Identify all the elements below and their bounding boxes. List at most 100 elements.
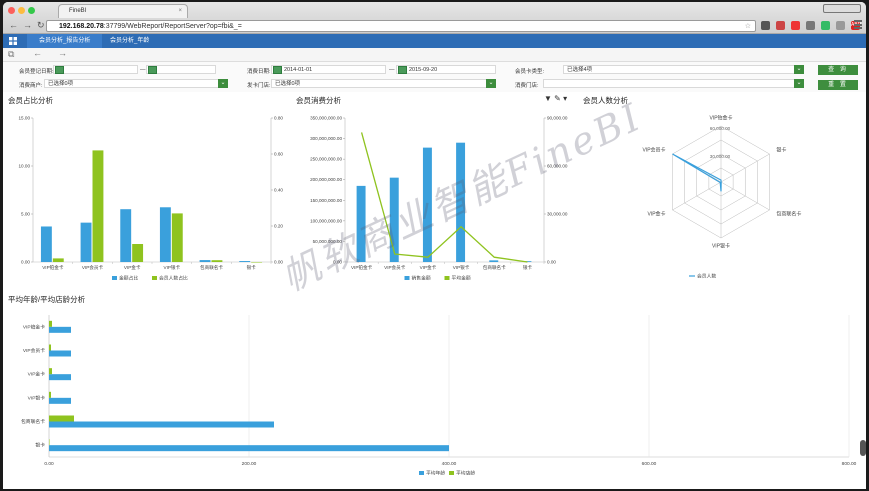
radar-axis-label: 包商联名卡 xyxy=(776,211,801,218)
reg-date-to-field[interactable] xyxy=(146,65,216,74)
redo-icon[interactable]: → xyxy=(58,48,67,58)
zoom-window-icon[interactable] xyxy=(28,7,35,14)
consume-date-sep: — xyxy=(389,67,395,73)
extension-icons: ABP xyxy=(761,21,866,31)
more-icon[interactable]: ▾ xyxy=(563,94,567,103)
age-chart-title: 平均年龄/平均店龄分析 xyxy=(8,295,86,304)
x-tick-label: 包商联名卡 xyxy=(200,264,223,271)
chevron-down-icon[interactable]: ⌄ xyxy=(794,79,804,88)
minimize-window-icon[interactable] xyxy=(18,7,25,14)
address-bar[interactable]: 192.168.20.78:37799/WebReport/ReportServ… xyxy=(46,20,756,32)
consume-date-to-field[interactable]: 2015-09-20 xyxy=(396,65,496,74)
age-chart: 0.00 200.00 400.00 600.00 800.00 VIP铂金卡 VIP会员卡… xyxy=(21,315,857,477)
legend-swatch xyxy=(419,471,424,475)
merchant-select[interactable]: 已选择0项 ⌄ xyxy=(44,79,228,88)
back-icon[interactable]: ← xyxy=(9,20,23,30)
issue-store-select[interactable]: 已选择0项 ⌄ xyxy=(271,79,496,88)
extension-gmail-icon[interactable] xyxy=(791,21,800,30)
x-tick-label: VIP铂金卡 xyxy=(351,264,373,271)
bar xyxy=(120,209,132,262)
y-tick-label: 100,000,000.00 xyxy=(310,218,342,223)
extension-camera-icon[interactable] xyxy=(806,21,815,30)
legend-swatch xyxy=(444,276,450,280)
y-tick-label: 0.00 xyxy=(333,260,342,265)
filter-panel: 会员登记日期: — 消费日期: 2014-01-01 — 2015-09-20 … xyxy=(3,62,866,92)
tab-close-icon[interactable]: × xyxy=(178,5,182,18)
app-tab-age[interactable]: 会员分析_年龄 xyxy=(98,34,161,48)
scrollbar-thumb[interactable] xyxy=(860,440,866,456)
consume-date-from-field[interactable]: 2014-01-01 xyxy=(271,65,386,74)
extension-mail-icon[interactable] xyxy=(776,21,785,30)
chevron-down-icon[interactable]: ⌄ xyxy=(794,65,804,74)
y2-tick-label: 60,000.00 xyxy=(547,164,568,169)
x-tick-label: 0.00 xyxy=(44,461,54,467)
undo-icon[interactable]: ← xyxy=(33,48,42,58)
x-tick-label: 包商联名卡 xyxy=(483,264,506,271)
count-chart-title: 会员人数分析 xyxy=(583,96,628,105)
consume-store-select[interactable]: ⌄ xyxy=(543,79,804,88)
url-path: :37799/WebReport/ReportServer?op=fbi&_= xyxy=(103,23,242,30)
x-tick-label: 200.00 xyxy=(242,461,257,467)
forward-icon[interactable]: → xyxy=(23,20,37,30)
card-type-value: 已选择4项 xyxy=(567,67,593,73)
merchant-label: 消费商户: xyxy=(19,83,43,89)
bar xyxy=(49,350,71,357)
window-fullscreen-button[interactable] xyxy=(823,4,861,13)
consume-chart: 0.00 50,000,000.00 100,000,000.00 150,000,0… xyxy=(310,116,568,282)
y2-tick-label: 0.00 xyxy=(274,260,283,265)
radar-axis-label: VIP铂金卡 xyxy=(709,115,732,122)
browser-tab[interactable]: FineBI × xyxy=(58,4,188,18)
radar-axis-label: VIP银卡 xyxy=(712,243,730,250)
bar xyxy=(49,374,71,381)
y-tick-label: VIP铂金卡 xyxy=(23,323,45,330)
y-tick-label: 350,000,000.00 xyxy=(310,116,342,121)
app-menu-grid-icon[interactable] xyxy=(9,37,17,45)
bar xyxy=(49,391,51,398)
share-chart-title: 会员占比分析 xyxy=(8,96,53,105)
x-tick-label: 银卡 xyxy=(523,264,533,271)
calendar-icon[interactable] xyxy=(148,66,157,74)
export-icon[interactable]: ⧉ xyxy=(8,49,14,60)
legend-label: 平均年龄 xyxy=(426,470,445,477)
calendar-icon[interactable] xyxy=(398,66,407,74)
browser-menu-icon[interactable] xyxy=(854,20,862,29)
count-radar-chart: VIP铂金卡银卡包商联名卡 VIP银卡 VIP金卡 VIP会员卡 30,000.00 60… xyxy=(643,115,802,280)
calendar-icon[interactable] xyxy=(55,66,64,74)
extension-bot-icon[interactable] xyxy=(836,21,845,30)
query-button[interactable]: 查 询 xyxy=(818,65,858,75)
y2-tick-label: 30,000.00 xyxy=(547,212,568,217)
bar xyxy=(49,415,74,422)
y-tick-label: VIP金卡 xyxy=(28,371,46,378)
series-line xyxy=(360,132,528,263)
legend-label: 平均店龄 xyxy=(456,470,475,477)
reset-button[interactable]: 重 置 xyxy=(818,80,858,90)
chevron-down-icon[interactable]: ⌄ xyxy=(218,79,228,88)
bar xyxy=(49,397,71,404)
chevron-down-icon[interactable]: ⌄ xyxy=(486,79,496,88)
x-tick-label: 800.00 xyxy=(842,461,857,467)
y-tick-label: 150,000,000.00 xyxy=(310,198,342,203)
reg-date-label: 会员登记日期: xyxy=(19,69,54,75)
y-tick-label: 银卡 xyxy=(35,442,45,449)
extension-chat-icon[interactable] xyxy=(761,21,770,30)
y2-tick-label: 0.40 xyxy=(274,188,283,193)
reg-date-from-field[interactable] xyxy=(53,65,138,74)
legend-label: 会员人数 xyxy=(697,273,716,280)
x-tick-label: VIP会员卡 xyxy=(82,264,104,271)
share-chart: 0.00 5.00 10.00 15.00 0.00 0.20 0.40 0.60 0.80 VI… xyxy=(19,116,284,282)
extension-grid-icon[interactable] xyxy=(821,21,830,30)
edit-icon[interactable]: ✎ xyxy=(554,94,561,103)
x-tick-label: VIP金卡 xyxy=(420,264,437,271)
y-tick-label: 50,000,000.00 xyxy=(313,239,343,244)
bookmark-star-icon[interactable]: ☆ xyxy=(745,21,751,32)
nav-buttons: ←→↻ xyxy=(9,20,50,31)
chart-tools: ▼ ✎ ▾ xyxy=(544,94,567,103)
filter-icon[interactable]: ▼ xyxy=(544,94,552,103)
card-type-select[interactable]: 已选择4项 ⌄ xyxy=(563,65,804,74)
bar xyxy=(49,439,50,446)
calendar-icon[interactable] xyxy=(273,66,282,74)
y-tick-label: 250,000,000.00 xyxy=(310,157,342,162)
app-tab-report[interactable]: 会员分析_报告分析 xyxy=(27,34,103,48)
close-window-icon[interactable] xyxy=(8,7,15,14)
bar xyxy=(171,213,183,262)
